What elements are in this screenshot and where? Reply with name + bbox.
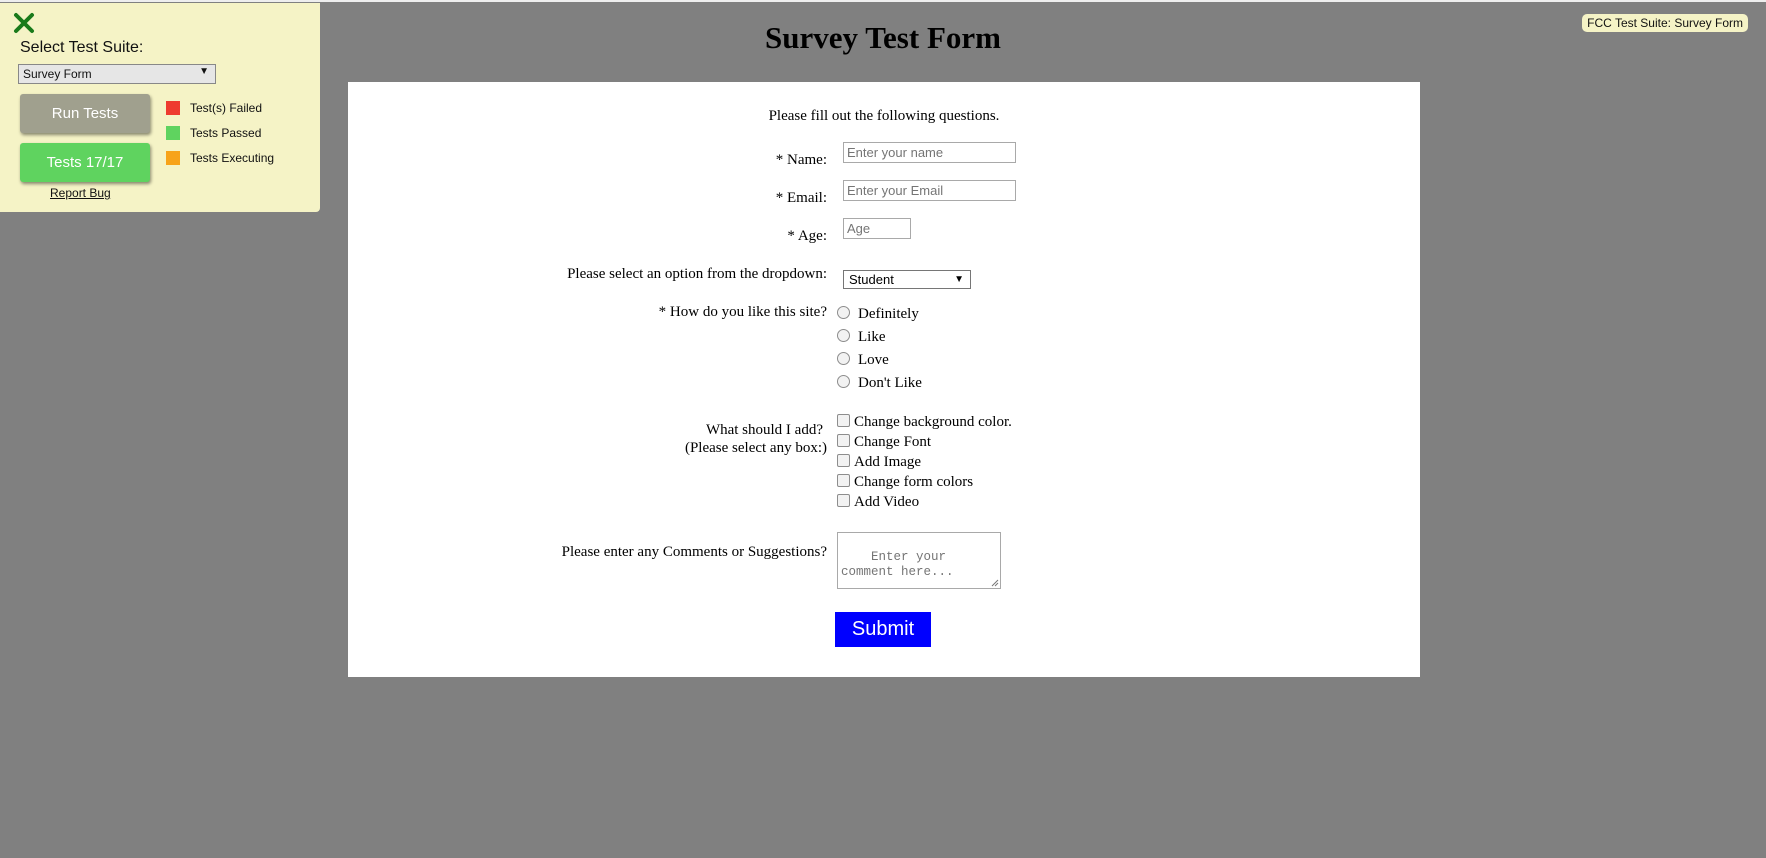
legend-swatch-failed [166, 101, 180, 115]
resize-grip-icon[interactable] [991, 579, 999, 587]
top-stripe [0, 0, 1766, 2]
name-input[interactable]: Enter your name [843, 142, 1016, 163]
age-label: * Age: [787, 228, 827, 244]
radio-group-label: * How do you like this site? [658, 304, 827, 320]
radio-label-love: Love [858, 352, 889, 368]
checkbox-add-image[interactable] [837, 454, 850, 467]
radio-label-definitely: Definitely [858, 306, 919, 322]
chevron-down-icon: ▼ [954, 274, 964, 285]
chevron-down-icon: ▼ [199, 66, 209, 77]
form-intro: Please fill out the following questions. [768, 108, 1000, 124]
legend-failed: Test(s) Failed [166, 101, 262, 115]
comments-textarea[interactable]: Enter your comment here... [837, 532, 1001, 589]
radio-dont-like[interactable] [837, 375, 850, 388]
comments-placeholder: Enter your comment here... [841, 550, 954, 579]
survey-form: Please fill out the following questions.… [348, 82, 1420, 677]
checkbox-change-font[interactable] [837, 434, 850, 447]
dropdown-label: Please select an option from the dropdow… [567, 266, 827, 282]
suite-select[interactable]: Survey Form ▼ [18, 64, 216, 84]
checkbox-label-background-color: Change background color. [854, 414, 1012, 430]
suite-select-value: Survey Form [23, 67, 92, 81]
page-title: Survey Test Form [765, 20, 1001, 55]
name-label: * Name: [775, 152, 827, 168]
checkbox-background-color[interactable] [837, 414, 850, 427]
role-dropdown-value: Student [849, 272, 894, 287]
legend-passed: Tests Passed [166, 126, 261, 140]
radio-like[interactable] [837, 329, 850, 342]
comments-label: Please enter any Comments or Suggestions… [561, 544, 827, 560]
legend-label-failed: Test(s) Failed [190, 101, 263, 115]
legend-swatch-executing [166, 151, 180, 165]
radio-definitely[interactable] [837, 306, 850, 319]
legend-label-executing: Tests Executing [190, 151, 275, 165]
checkbox-label-change-font: Change Font [854, 434, 932, 450]
legend-label-passed: Tests Passed [190, 126, 262, 140]
checkbox-label-add-video: Add Video [854, 494, 920, 510]
radio-label-like: Like [858, 329, 886, 345]
checkbox-label-add-image: Add Image [854, 454, 922, 470]
radio-label-dont-like: Don't Like [858, 375, 922, 391]
legend-swatch-passed [166, 126, 180, 140]
radio-love[interactable] [837, 352, 850, 365]
role-dropdown[interactable]: Student ▼ [843, 270, 971, 289]
report-bug-link[interactable]: Report Bug [50, 186, 111, 200]
checkbox-form-colors[interactable] [837, 474, 850, 487]
submit-button[interactable]: Submit [835, 612, 931, 647]
checkbox-group-hint: (Please select any box:) [684, 440, 827, 456]
checkbox-group-label: What should I add? [705, 422, 823, 438]
email-label: * Email: [775, 190, 827, 206]
age-input[interactable]: Age [843, 218, 911, 239]
legend-executing: Tests Executing [166, 151, 274, 165]
tests-result-button[interactable]: Tests 17/17 [20, 143, 150, 182]
checkbox-label-form-colors: Change form colors [854, 474, 974, 490]
email-input[interactable]: Enter your Email [843, 180, 1016, 201]
checkbox-add-video[interactable] [837, 494, 850, 507]
run-tests-button[interactable]: Run Tests [20, 94, 150, 133]
